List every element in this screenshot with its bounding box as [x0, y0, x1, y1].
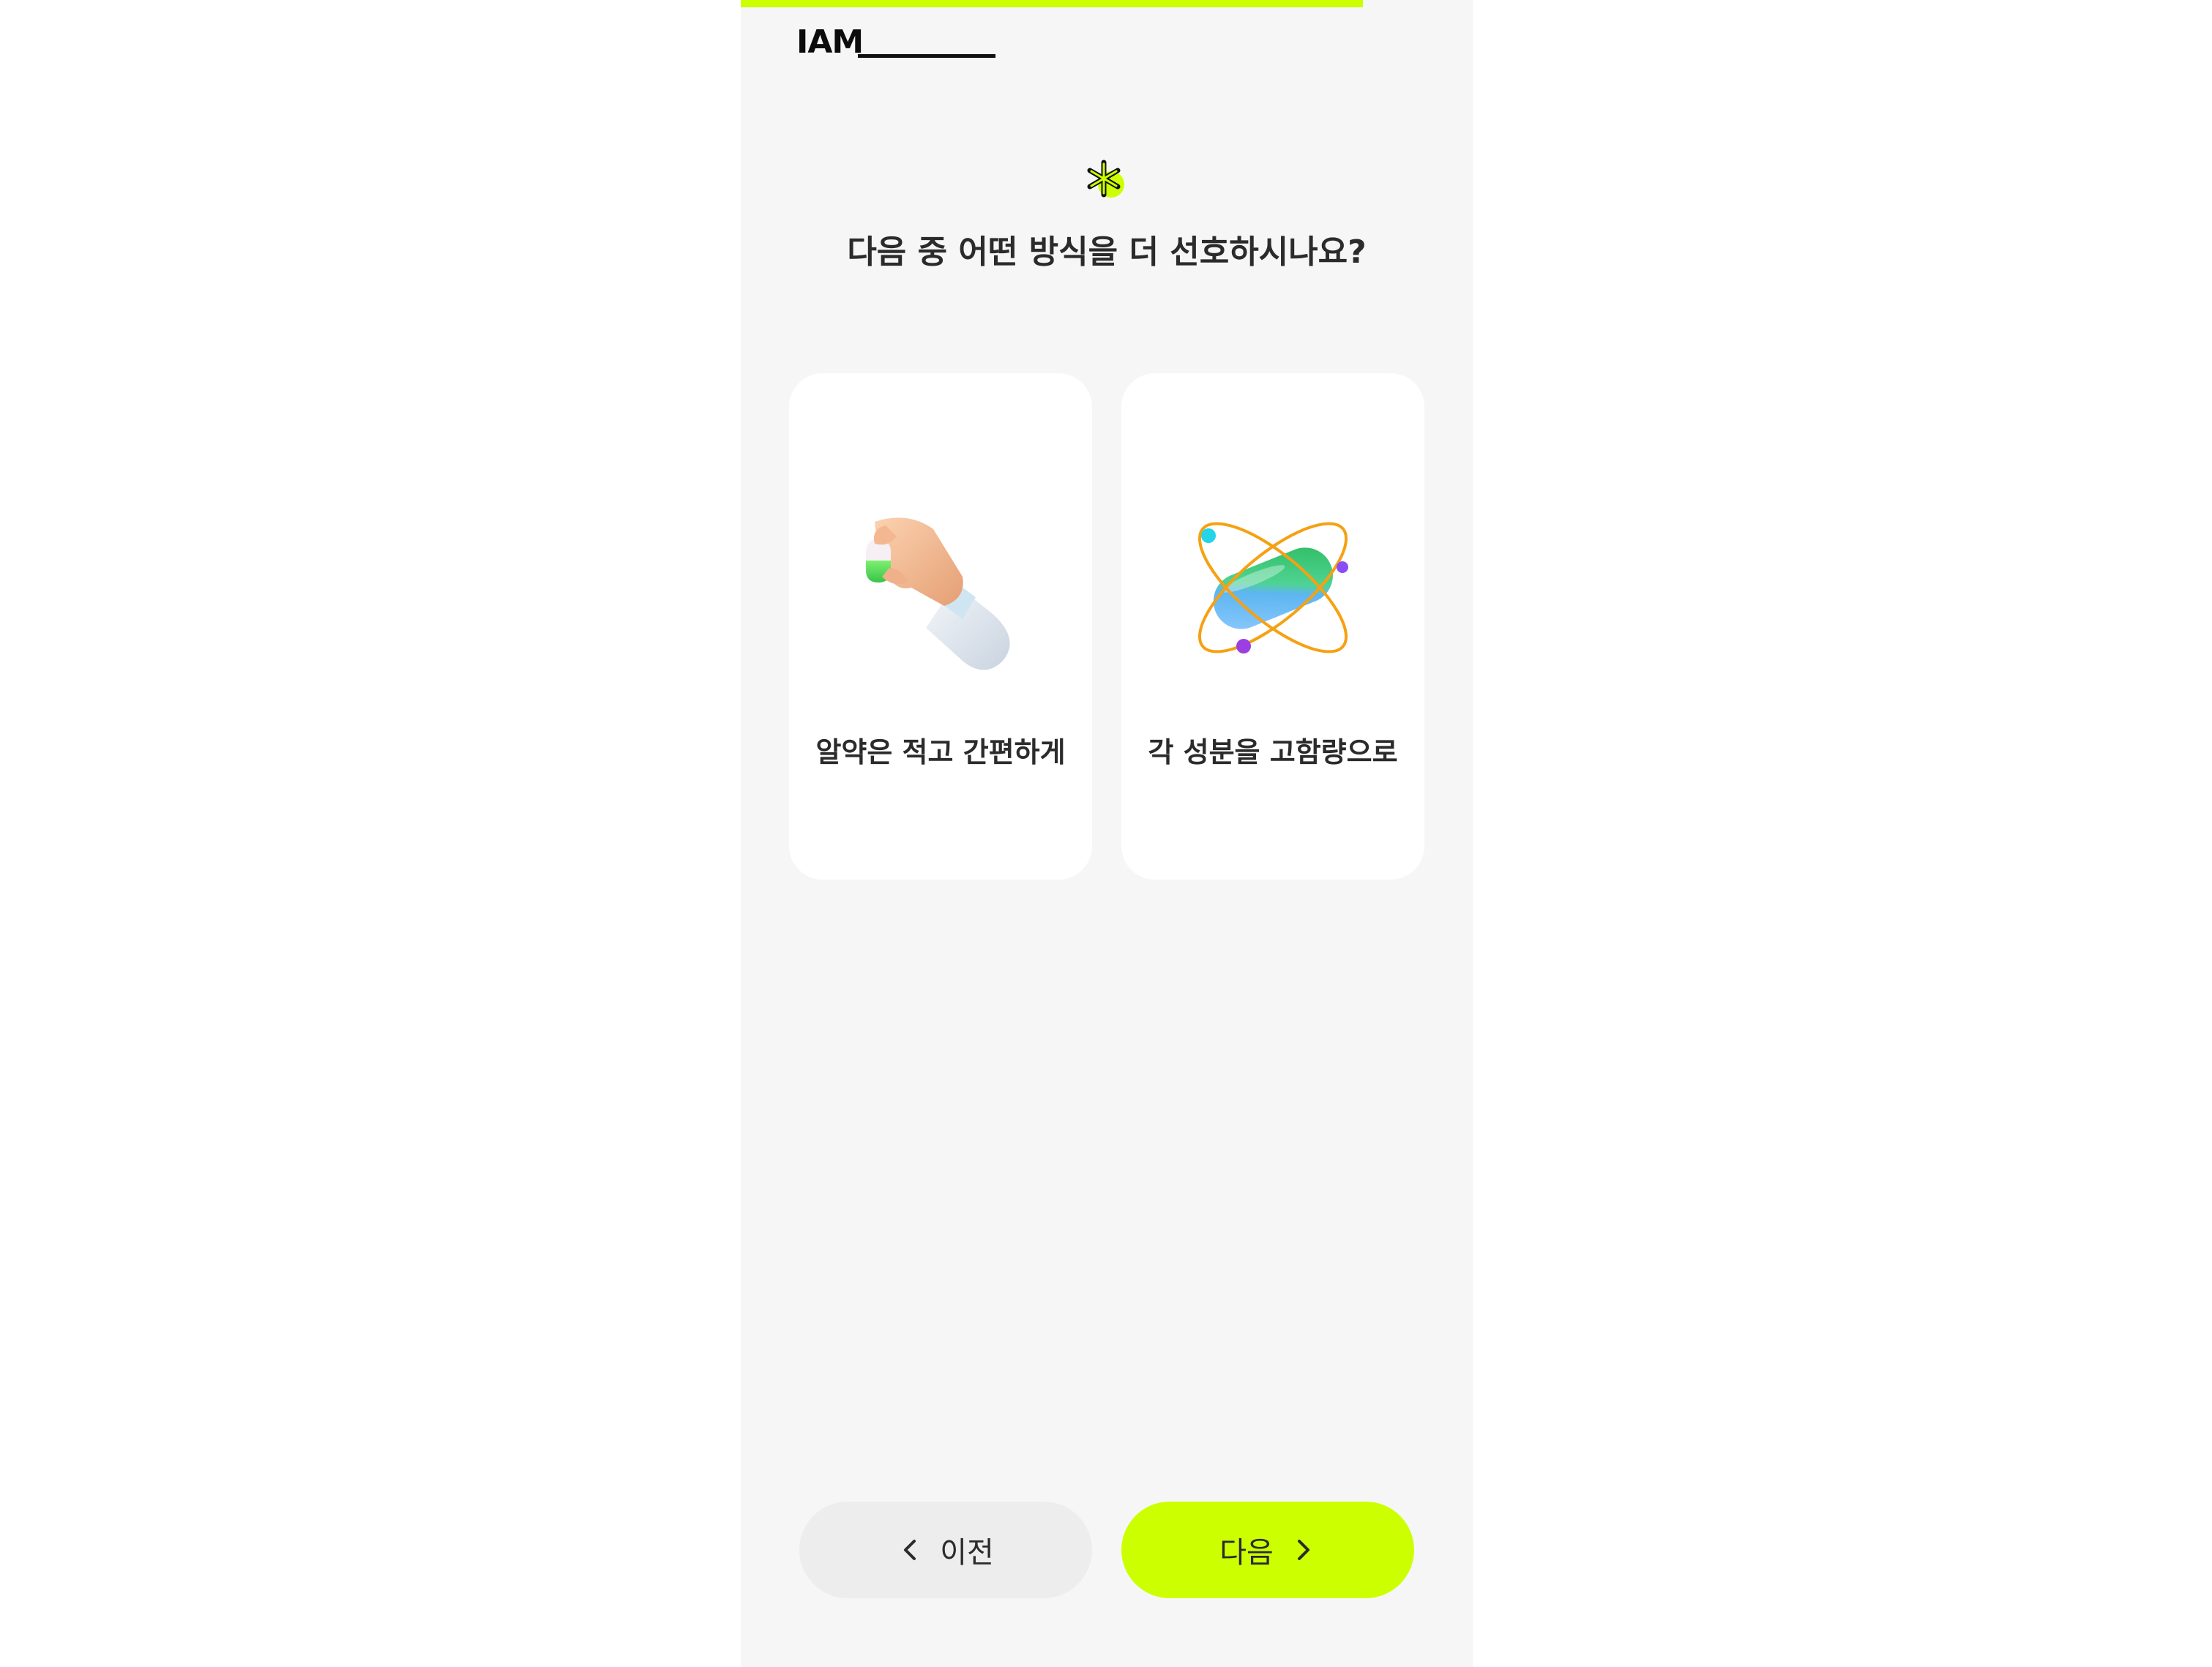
- chevron-left-icon: [897, 1537, 924, 1563]
- progress-bar: [741, 0, 1473, 7]
- progress-bar-fill: [741, 0, 1363, 7]
- option-card-high-dose[interactable]: 각 성분을 고함량으로: [1121, 373, 1424, 880]
- app-screen: IAM 다음 중 어떤 방식을 더 선호하시나요? 알약은 적고 간편하게 각 …: [741, 0, 1473, 1667]
- prev-button[interactable]: 이전: [799, 1502, 1092, 1598]
- chevron-right-icon: [1290, 1537, 1316, 1563]
- capsule-orbit-icon: [1178, 496, 1368, 679]
- prev-button-label: 이전: [940, 1536, 994, 1570]
- next-button[interactable]: 다음: [1121, 1502, 1414, 1598]
- option-label-high-dose: 각 성분을 고함량으로: [1148, 736, 1398, 768]
- hand-holding-capsule-icon: [845, 496, 1036, 679]
- brand-logo-underline: [858, 54, 995, 58]
- next-button-label: 다음: [1219, 1536, 1274, 1570]
- brand-logo: IAM: [796, 22, 864, 63]
- asterisk-spark-icon: [1079, 154, 1133, 208]
- option-label-simple: 알약은 적고 간편하게: [815, 736, 1066, 768]
- brand-logo-text: IAM: [796, 23, 864, 61]
- option-card-simple[interactable]: 알약은 적고 간편하게: [789, 373, 1092, 880]
- question-title: 다음 중 어떤 방식을 더 선호하시나요?: [847, 233, 1367, 271]
